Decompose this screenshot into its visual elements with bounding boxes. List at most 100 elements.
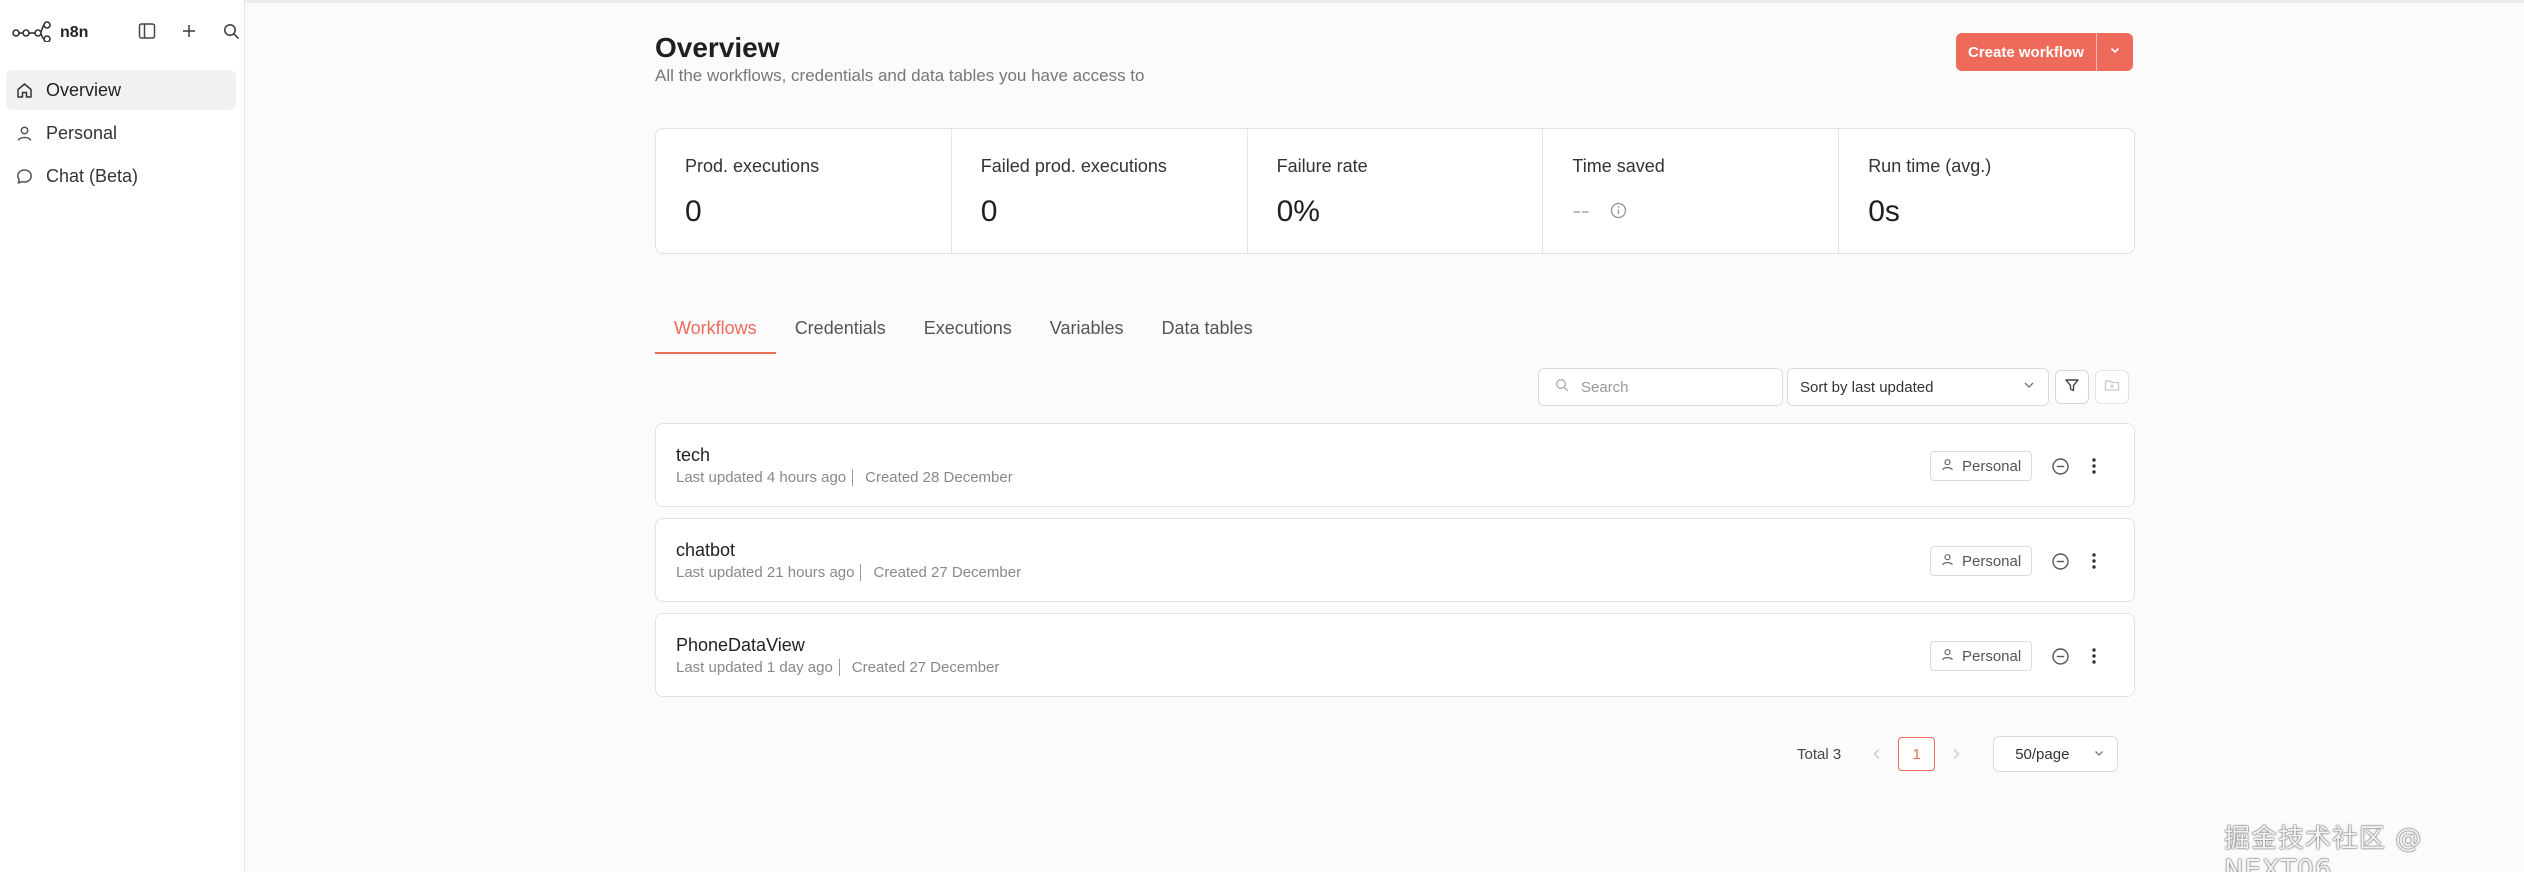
archive-icon[interactable] [2048, 549, 2072, 573]
top-border [245, 0, 2524, 3]
owner-badge: Personal [1930, 641, 2033, 671]
stat-failure-rate[interactable]: Failure rate 0% [1248, 129, 1544, 253]
stat-time-saved[interactable]: Time saved -- [1543, 129, 1840, 253]
divider [860, 564, 862, 581]
owner-label: Personal [1962, 457, 2022, 475]
home-icon [14, 80, 34, 100]
stat-value: -- [1572, 195, 1590, 225]
resource-tabs: Workflows Credentials Executions Variabl… [655, 318, 1272, 354]
create-workflow-button[interactable]: Create workflow [1956, 33, 2096, 71]
user-icon [1941, 553, 1954, 570]
more-vertical-icon[interactable] [2082, 549, 2106, 573]
sidebar-nav: Overview Personal Chat (Beta) [6, 70, 236, 199]
filter-icon [2064, 377, 2080, 398]
search-field[interactable] [1538, 368, 1783, 406]
create-workflow-dropdown-button[interactable] [2095, 33, 2133, 71]
filter-button[interactable] [2055, 370, 2089, 404]
chevron-right-icon[interactable] [1944, 748, 1968, 760]
sidebar-item-label: Overview [46, 79, 122, 100]
owner-label: Personal [1962, 647, 2022, 665]
more-vertical-icon[interactable] [2082, 454, 2106, 478]
archive-icon[interactable] [2048, 454, 2072, 478]
stat-label: Failure rate [1276, 156, 1368, 176]
workflow-updated: Last updated 1 day ago [676, 659, 833, 676]
brand[interactable]: n8n [12, 20, 88, 46]
pagination-total: Total 3 [1797, 745, 1842, 763]
chat-icon [14, 166, 34, 186]
workflow-name[interactable]: PhoneDataView [676, 635, 805, 656]
divider [838, 659, 840, 676]
workflow-updated: Last updated 4 hours ago [676, 469, 847, 486]
page-size-value: 50/page [2015, 745, 2070, 763]
page-button-current[interactable]: 1 [1898, 737, 1936, 771]
sidebar-item-chat[interactable]: Chat (Beta) [6, 156, 236, 196]
info-icon[interactable] [1610, 202, 1627, 219]
divider [852, 469, 854, 486]
chevron-down-icon [2109, 43, 2121, 61]
stat-prod-executions[interactable]: Prod. executions 0 [656, 129, 952, 253]
stat-value-row: -- [1572, 195, 1838, 226]
chevron-down-icon [2093, 746, 2105, 763]
workflow-name[interactable]: chatbot [676, 540, 735, 561]
stat-label: Failed prod. executions [980, 156, 1167, 176]
workflow-created: Created 27 December [851, 659, 1000, 676]
sidebar-item-overview[interactable]: Overview [6, 70, 236, 110]
plus-icon[interactable] [176, 18, 202, 44]
search-input[interactable] [1581, 378, 1761, 396]
owner-label: Personal [1962, 552, 2022, 570]
workflow-row[interactable]: chatbot Last updated 21 hours ago Create… [655, 518, 2135, 602]
sort-select-value: Sort by last updated [1800, 378, 1934, 396]
tab-workflows[interactable]: Workflows [655, 318, 776, 354]
stat-failed-prod-executions[interactable]: Failed prod. executions 0 [952, 129, 1248, 253]
archive-icon[interactable] [2048, 644, 2072, 668]
user-icon [14, 123, 34, 143]
search-icon [1555, 378, 1569, 397]
create-workflow-split-button: Create workflow [1956, 33, 2133, 71]
sidebar: n8n Overview Personal Chat (Beta) [0, 0, 245, 872]
stat-label: Run time (avg.) [1868, 156, 1992, 176]
insights-summary: Prod. executions 0 Failed prod. executio… [655, 128, 2135, 254]
page-size-select[interactable]: 50/page [1993, 736, 2119, 772]
tab-data-tables[interactable]: Data tables [1143, 318, 1272, 354]
watermark: 掘金技术社区 @ NEXT06 [2224, 824, 2423, 872]
chevron-down-icon [2022, 378, 2036, 396]
sidebar-item-personal[interactable]: Personal [6, 113, 236, 153]
stat-value: 0 [980, 195, 998, 228]
stat-value: 0 [685, 195, 702, 228]
folder-plus-icon [2104, 377, 2120, 398]
user-icon [1941, 648, 1954, 665]
workflow-list: tech Last updated 4 hours ago Created 28… [655, 423, 2135, 708]
workflow-created: Created 28 December [865, 469, 1013, 486]
page-subtitle: All the workflows, credentials and data … [655, 66, 1145, 85]
workflow-row[interactable]: PhoneDataView Last updated 1 day ago Cre… [655, 613, 2135, 697]
chevron-left-icon[interactable] [1865, 748, 1889, 760]
pagination: Total 3 1 50/page [1797, 736, 2119, 772]
tab-credentials[interactable]: Credentials [776, 318, 905, 354]
sidebar-item-label: Chat (Beta) [46, 165, 139, 186]
search-icon[interactable] [218, 18, 244, 44]
sidebar-top-actions [134, 18, 244, 44]
sidebar-item-label: Personal [46, 122, 118, 143]
sort-select[interactable]: Sort by last updated [1787, 368, 2049, 406]
stat-label: Time saved [1572, 156, 1665, 176]
owner-badge: Personal [1930, 546, 2033, 576]
workflow-updated: Last updated 21 hours ago [676, 564, 855, 581]
user-icon [1941, 458, 1954, 475]
workflow-row[interactable]: tech Last updated 4 hours ago Created 28… [655, 423, 2135, 507]
brand-name: n8n [60, 24, 89, 41]
stat-value: 0% [1276, 195, 1320, 228]
owner-badge: Personal [1930, 451, 2033, 481]
sidebar-toggle-icon[interactable] [134, 18, 160, 44]
workflow-name[interactable]: tech [676, 445, 710, 466]
workflow-created: Created 27 December [873, 564, 1022, 581]
main-content: Overview All the workflows, credentials … [245, 0, 2524, 872]
workflow-meta: Last updated 1 day ago Created 27 Decemb… [676, 659, 999, 676]
more-vertical-icon[interactable] [2082, 644, 2106, 668]
add-folder-button[interactable] [2095, 370, 2129, 404]
n8n-logo-icon [12, 20, 52, 47]
tab-variables[interactable]: Variables [1031, 318, 1143, 354]
stat-run-time[interactable]: Run time (avg.) 0s [1839, 129, 2134, 253]
tab-executions[interactable]: Executions [905, 318, 1031, 354]
stat-label: Prod. executions [685, 156, 820, 176]
workflow-meta: Last updated 4 hours ago Created 28 Dece… [676, 469, 1013, 486]
